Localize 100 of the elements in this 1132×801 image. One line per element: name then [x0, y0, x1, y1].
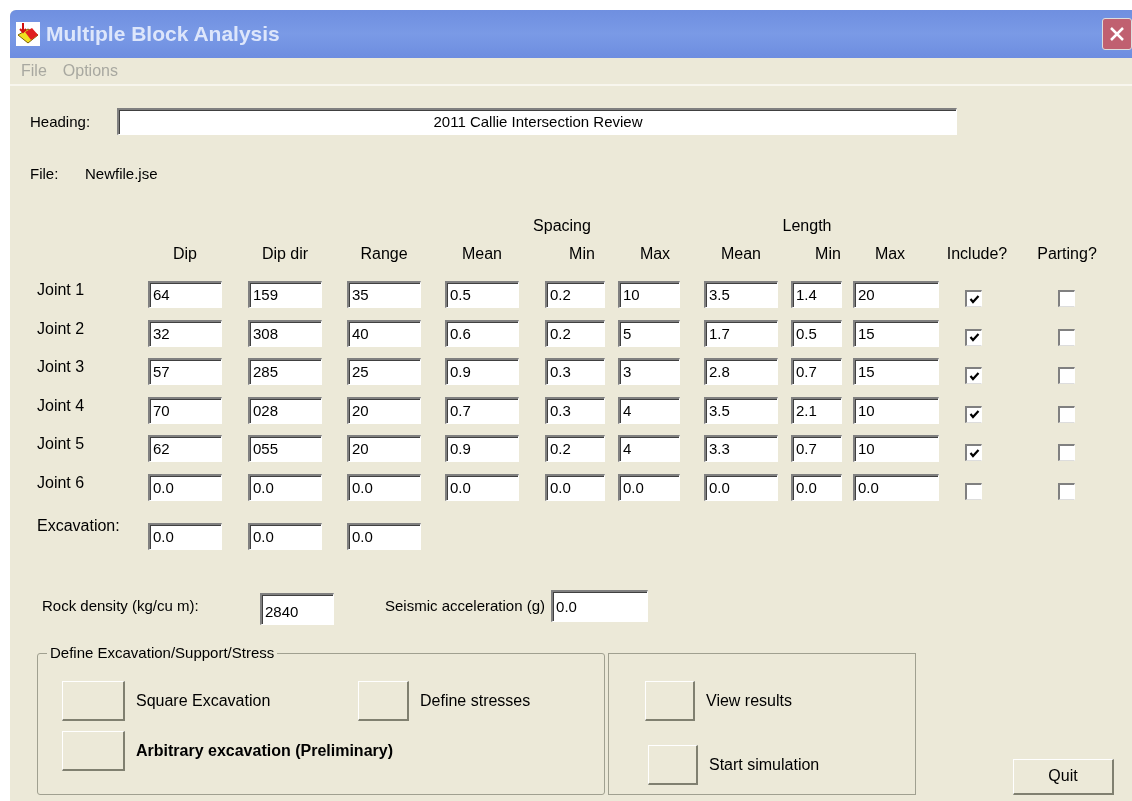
checkbox[interactable] [1058, 482, 1075, 500]
input-field[interactable]: 0.0 [445, 473, 519, 501]
action-button[interactable] [645, 680, 695, 721]
input-field[interactable]: 20 [853, 281, 939, 308]
input-field[interactable]: 285 [248, 358, 322, 385]
checkbox[interactable] [965, 290, 982, 307]
input-field[interactable]: 1.7 [704, 319, 778, 347]
checkbox[interactable] [1058, 290, 1075, 307]
input-field[interactable]: 2011 Callie Intersection Review [117, 107, 957, 135]
input-field[interactable]: 0.0 [791, 473, 842, 501]
input-field[interactable]: 62 [148, 435, 222, 462]
input-field[interactable]: 028 [248, 396, 322, 424]
input-field[interactable]: 308 [248, 319, 322, 347]
input-field[interactable]: 57 [148, 358, 222, 385]
checkbox[interactable] [965, 482, 982, 500]
input-field[interactable]: 4 [618, 396, 680, 424]
input-field[interactable]: 5 [618, 319, 680, 347]
file-name: Newfile.jse [85, 165, 158, 182]
input-field[interactable]: 0.0 [551, 589, 649, 622]
checkbox[interactable] [1058, 444, 1075, 461]
input-field[interactable]: 0.7 [791, 358, 842, 385]
row-label: Joint 6 [37, 473, 86, 492]
checkbox[interactable] [965, 444, 982, 461]
input-field[interactable]: 0.0 [618, 473, 680, 501]
input-field[interactable]: 0.9 [445, 435, 519, 462]
close-icon [1110, 27, 1124, 41]
checkbox[interactable] [1058, 367, 1075, 384]
checkbox[interactable] [1058, 328, 1075, 346]
column-header: Dip dir [260, 243, 310, 263]
input-field[interactable]: 0.0 [347, 523, 421, 550]
option-button[interactable] [62, 680, 125, 721]
input-field[interactable]: 0.2 [545, 435, 605, 462]
quit-button[interactable]: Quit [1013, 758, 1114, 795]
input-field[interactable]: 0.0 [148, 523, 222, 550]
check-icon [968, 332, 980, 343]
row-label: Excavation: [37, 516, 121, 535]
input-field[interactable]: 2840 [260, 592, 334, 625]
input-field[interactable]: 0.0 [248, 523, 322, 550]
input-field[interactable]: 15 [853, 358, 939, 385]
field-label: Heading: [30, 112, 92, 130]
row-label: Joint 1 [37, 281, 86, 299]
input-field[interactable]: 3.3 [704, 435, 778, 462]
input-field[interactable]: 35 [347, 281, 421, 308]
input-field[interactable]: 0.7 [791, 435, 842, 462]
checkbox[interactable] [965, 328, 982, 346]
group-header: Spacing [532, 216, 592, 236]
input-field[interactable]: 0.0 [545, 473, 605, 501]
action-button[interactable] [648, 744, 698, 785]
input-field[interactable]: 25 [347, 358, 421, 385]
check-icon [968, 293, 980, 305]
checkbox[interactable] [1058, 405, 1075, 423]
column-header: Range [359, 243, 409, 263]
close-button[interactable] [1102, 18, 1132, 50]
input-field[interactable]: 0.0 [248, 473, 322, 501]
column-header: Min [814, 243, 842, 263]
input-field[interactable]: 0.5 [791, 319, 842, 347]
option-button[interactable] [358, 680, 409, 721]
column-header: Include? [945, 243, 1009, 263]
input-field[interactable]: 3 [618, 358, 680, 385]
input-field[interactable]: 0.0 [148, 473, 222, 501]
input-field[interactable]: 0.2 [545, 281, 605, 308]
input-field[interactable]: 2.1 [791, 396, 842, 424]
input-field[interactable]: 3.5 [704, 281, 778, 308]
input-field[interactable]: 0.9 [445, 358, 519, 385]
input-field[interactable]: 10 [853, 435, 939, 462]
input-field[interactable]: 159 [248, 281, 322, 308]
input-field[interactable]: 40 [347, 319, 421, 347]
column-header: Parting? [1036, 243, 1098, 263]
column-header: Min [568, 243, 596, 263]
input-field[interactable]: 0.0 [704, 473, 778, 501]
input-field[interactable]: 10 [618, 281, 680, 308]
input-field[interactable]: 64 [148, 281, 222, 308]
checkbox[interactable] [965, 367, 982, 384]
input-field[interactable]: 3.5 [704, 396, 778, 424]
input-field[interactable]: 15 [853, 319, 939, 347]
column-header: Mean [461, 243, 503, 263]
field-label: File: [30, 165, 60, 182]
checkbox[interactable] [965, 405, 982, 423]
input-field[interactable]: 055 [248, 435, 322, 462]
input-field[interactable]: 20 [347, 435, 421, 462]
input-field[interactable]: 0.3 [545, 358, 605, 385]
input-field[interactable]: 0.3 [545, 396, 605, 424]
check-icon [968, 370, 980, 382]
option-button[interactable] [62, 730, 125, 771]
input-field[interactable]: 4 [618, 435, 680, 462]
input-field[interactable]: 0.6 [445, 319, 519, 347]
input-field[interactable]: 32 [148, 319, 222, 347]
input-field[interactable]: 10 [853, 396, 939, 424]
input-field[interactable]: 0.5 [445, 281, 519, 308]
option-label: Square Excavation [136, 691, 271, 710]
row-label: Joint 5 [37, 435, 86, 453]
input-field[interactable]: 2.8 [704, 358, 778, 385]
input-field[interactable]: 0.0 [347, 473, 421, 501]
input-field[interactable]: 0.2 [545, 319, 605, 347]
input-field[interactable]: 70 [148, 396, 222, 424]
input-field[interactable]: 20 [347, 396, 421, 424]
input-field[interactable]: 0.7 [445, 396, 519, 424]
input-field[interactable]: 1.4 [791, 281, 842, 308]
option-label: Define stresses [420, 691, 531, 710]
input-field[interactable]: 0.0 [853, 473, 939, 501]
